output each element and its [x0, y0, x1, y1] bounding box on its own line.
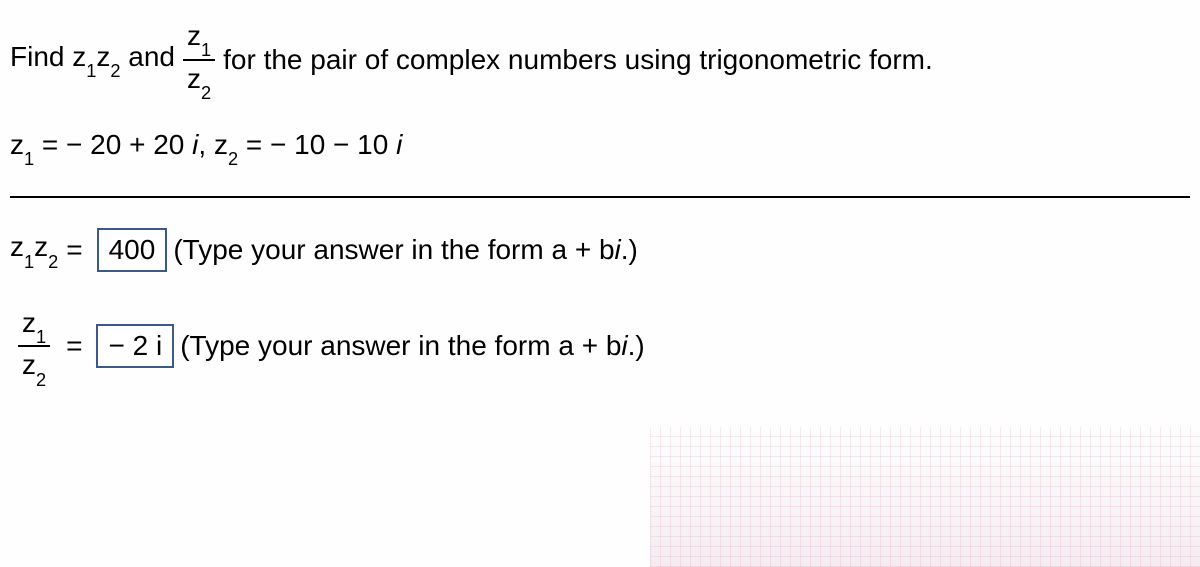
- answer-product: z1z2 = 400 (Type your answer in the form…: [10, 228, 1190, 272]
- text: Find z1z2 and: [10, 41, 175, 78]
- fraction-z1-over-z2: z1 z2: [183, 20, 215, 99]
- text: z1 = − 20 + 20 i, z2 = − 10 − 10 i: [10, 129, 402, 166]
- quotient-answer-input[interactable]: − 2 i: [96, 324, 174, 368]
- divider-line: [10, 196, 1190, 198]
- background-pattern: [650, 427, 1200, 567]
- product-answer-input[interactable]: 400: [97, 228, 168, 272]
- equals-sign: =: [66, 234, 82, 266]
- lhs-product: z1z2: [10, 231, 58, 268]
- hint-text: (Type your answer in the form a + bi.): [173, 234, 638, 266]
- fraction-z1-over-z2-answer: z1 z2: [18, 307, 50, 386]
- answer-quotient: z1 z2 = − 2 i (Type your answer in the f…: [10, 307, 1190, 386]
- text: for the pair of complex numbers using tr…: [223, 44, 933, 76]
- given-values: z1 = − 20 + 20 i, z2 = − 10 − 10 i: [10, 129, 1190, 166]
- hint-text: (Type your answer in the form a + bi.): [180, 330, 645, 362]
- problem-statement: Find z1z2 and z1 z2 for the pair of comp…: [10, 20, 1190, 99]
- equals-sign: =: [66, 330, 82, 362]
